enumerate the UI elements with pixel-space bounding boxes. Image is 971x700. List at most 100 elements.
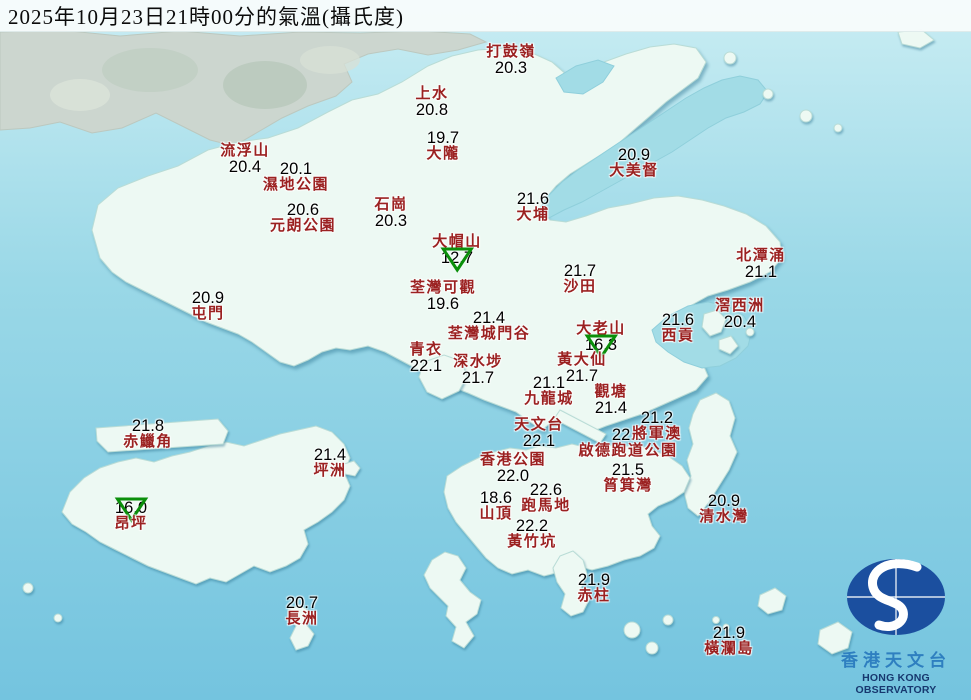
- station-name: 坪洲: [313, 464, 346, 479]
- station: 打鼓嶺20.3: [486, 45, 536, 77]
- station-name: 九龍城: [524, 392, 574, 407]
- station-name: 屯門: [191, 307, 224, 322]
- station-value: 21.7: [453, 370, 503, 387]
- station-value: 21.9: [577, 572, 610, 589]
- station: 石崗20.3: [374, 198, 407, 230]
- station: 21.8赤鱲角: [123, 418, 173, 450]
- station-value: 21.4: [313, 447, 346, 464]
- station: 21.9赤柱: [577, 572, 610, 604]
- station: 荃灣可觀19.6: [410, 281, 476, 313]
- station: 21.1九龍城: [524, 375, 574, 407]
- station-value: 21.4: [448, 310, 531, 327]
- station-name: 石崗: [374, 198, 407, 213]
- station-name: 大隴: [426, 147, 459, 162]
- station-value: 22.1: [409, 358, 442, 375]
- station: 20.9清水灣: [699, 493, 749, 525]
- station-value: 20.4: [715, 314, 765, 331]
- station-value: 20.9: [191, 290, 224, 307]
- extreme-low-triangle-icon: [439, 245, 475, 273]
- temperature-map-screen: 打鼓嶺20.3上水20.819.7大隴流浮山20.420.1濕地公園20.6元朗…: [0, 0, 971, 700]
- station: 21.4荃灣城門谷: [448, 310, 531, 342]
- station-name: 大老山: [576, 322, 626, 337]
- station-name: 深水埗: [453, 355, 503, 370]
- station-name: 沙田: [563, 280, 596, 295]
- station: 滘西洲20.4: [715, 299, 765, 331]
- station-name: 北潭涌: [736, 249, 786, 264]
- station-value: 20.9: [699, 493, 749, 510]
- station-value: 12.7: [432, 250, 482, 267]
- station-value: 16.0: [114, 500, 147, 517]
- station-name: 濕地公園: [263, 178, 329, 193]
- station: 22.6跑馬地: [521, 482, 571, 514]
- station-name: 跑馬地: [521, 499, 571, 514]
- station-value: 20.7: [285, 595, 318, 612]
- station-value: 22.6: [521, 482, 571, 499]
- station: 青衣22.1: [409, 343, 442, 375]
- station: 22.2黃竹坑: [507, 518, 557, 550]
- station-name: 打鼓嶺: [486, 45, 536, 60]
- station-name: 青衣: [409, 343, 442, 358]
- station: 21.6大埔: [516, 191, 549, 223]
- station-name: 流浮山: [220, 144, 270, 159]
- station-name: 昂坪: [114, 517, 147, 532]
- station-name: 啟德跑道公園: [578, 444, 677, 459]
- station: 大帽山12.7: [432, 235, 482, 267]
- station: 北潭涌21.1: [736, 249, 786, 281]
- station-value: 19.7: [426, 130, 459, 147]
- station-name: 上水: [415, 87, 448, 102]
- station: 21.5筲箕灣: [603, 462, 653, 494]
- station-name: 荃灣可觀: [410, 281, 476, 296]
- hko-logo-icon: [841, 555, 951, 639]
- station-name: 天文台: [514, 418, 564, 433]
- station: 20.1濕地公園: [263, 161, 329, 193]
- station-name: 黃大仙: [557, 353, 607, 368]
- station-name: 滘西洲: [715, 299, 765, 314]
- station-value: 20.6: [270, 202, 336, 219]
- station-name: 赤柱: [577, 589, 610, 604]
- station: 大老山16.3: [576, 322, 626, 354]
- station-value: 21.2: [632, 410, 682, 427]
- station-value: 21.6: [516, 191, 549, 208]
- station-value: 21.1: [736, 264, 786, 281]
- station: 天文台22.1: [514, 418, 564, 450]
- station-value: 20.9: [609, 147, 659, 164]
- station-name: 黃竹坑: [507, 535, 557, 550]
- station: 20.9屯門: [191, 290, 224, 322]
- station: 21.9橫瀾島: [704, 625, 754, 657]
- station-name: 將軍澳: [632, 427, 682, 442]
- station: 21.4坪洲: [313, 447, 346, 479]
- station-value: 22.1: [514, 433, 564, 450]
- station-name: 筲箕灣: [603, 479, 653, 494]
- station-name: 長洲: [285, 612, 318, 627]
- station: 觀塘21.4: [594, 385, 627, 417]
- station-name: 橫瀾島: [704, 642, 754, 657]
- title-bar: 2025年10月23日21時00分的氣溫(攝氏度): [0, 0, 971, 32]
- station-value: 20.1: [263, 161, 329, 178]
- station-value: 21.9: [704, 625, 754, 642]
- station: 21.7沙田: [563, 263, 596, 295]
- station-name: 香港公園: [480, 453, 546, 468]
- station-name: 西貢: [661, 329, 694, 344]
- stations-layer: 打鼓嶺20.3上水20.819.7大隴流浮山20.420.1濕地公園20.6元朗…: [0, 0, 971, 700]
- station: 20.7長洲: [285, 595, 318, 627]
- map-title: 2025年10月23日21時00分的氣溫(攝氏度): [0, 1, 404, 31]
- station-value: 21.1: [524, 375, 574, 392]
- station-value: 21.6: [661, 312, 694, 329]
- station-name: 觀塘: [594, 385, 627, 400]
- station-value: 22.2: [507, 518, 557, 535]
- station-name: 清水灣: [699, 510, 749, 525]
- station: 19.7大隴: [426, 130, 459, 162]
- station: 16.0昂坪: [114, 500, 147, 532]
- hko-logo: 香港天文台 HONG KONG OBSERVATORY: [827, 555, 965, 696]
- station: 上水20.8: [415, 87, 448, 119]
- station: 21.2將軍澳: [632, 410, 682, 442]
- station-value: 18.6: [479, 490, 512, 507]
- hko-logo-chinese: 香港天文台: [827, 646, 965, 671]
- station-value: 20.8: [415, 102, 448, 119]
- station-value: 21.8: [123, 418, 173, 435]
- station-value: 21.4: [594, 400, 627, 417]
- station-value: 20.3: [374, 213, 407, 230]
- station-name: 元朗公園: [270, 219, 336, 234]
- hko-logo-english: HONG KONG OBSERVATORY: [827, 672, 965, 696]
- station: 20.6元朗公園: [270, 202, 336, 234]
